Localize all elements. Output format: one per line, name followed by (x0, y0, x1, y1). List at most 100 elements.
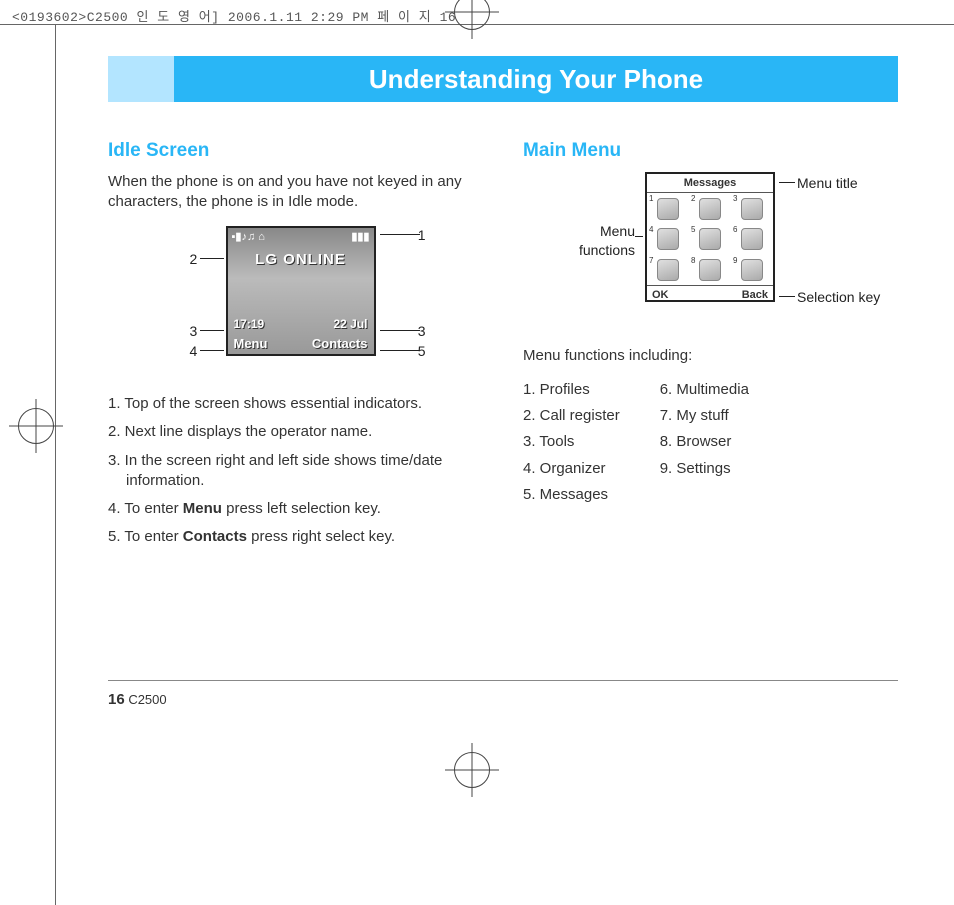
text: press right select key. (247, 528, 395, 545)
menu-icon: 8 (689, 255, 731, 286)
print-run-header: <0193602>C2500 인 도 영 어] 2006.1.11 2:29 P… (12, 6, 456, 25)
callout-3l: 3 (190, 322, 198, 341)
list-item: 7. My stuff (660, 406, 749, 426)
list-item: 5. To enter Contacts press right select … (108, 527, 483, 547)
list-item: 9. Settings (660, 459, 749, 479)
callout-4: 4 (190, 342, 198, 361)
softkey-back: Back (742, 288, 768, 303)
idle-heading: Idle Screen (108, 138, 483, 164)
cell-num: 8 (691, 256, 695, 267)
operator-name: LG ONLINE (228, 250, 374, 270)
callout-line (635, 236, 643, 237)
status-icons-left: ▪▮♪♫ ⌂ (232, 230, 265, 245)
text: 4. To enter (108, 500, 183, 517)
tools-icon (741, 198, 763, 220)
list-item: 4. Organizer (523, 459, 620, 479)
registration-mark-icon (454, 752, 490, 788)
list-item: 6. Multimedia (660, 380, 749, 400)
list-item: 5. Messages (523, 485, 620, 505)
cell-num: 4 (649, 225, 653, 236)
title-band: Understanding Your Phone (108, 56, 898, 102)
menu-functions-right: 6. Multimedia 7. My stuff 8. Browser 9. … (660, 380, 749, 511)
settings-icon (741, 259, 763, 281)
list-item: 1. Profiles (523, 380, 620, 400)
text: 5. To enter (108, 528, 183, 545)
main-menu-diagram: Menu functions Menu title Selection key … (535, 172, 895, 322)
left-column: Idle Screen When the phone is on and you… (108, 138, 483, 556)
my-stuff-icon (657, 259, 679, 281)
page-title: Understanding Your Phone (174, 56, 898, 102)
call-register-icon (699, 198, 721, 220)
list-item: 1. Top of the screen shows essential ind… (108, 394, 483, 414)
multimedia-icon (741, 228, 763, 250)
list-item: 3. In the screen right and left side sho… (108, 451, 483, 492)
menu-icon-grid: 1 2 3 4 5 6 7 8 9 (647, 193, 773, 285)
phone-menu-screen: Messages 1 2 3 4 5 6 7 8 9 OK Back (645, 172, 775, 302)
menu-icon: 1 (647, 193, 689, 224)
callout-line (200, 258, 224, 259)
softkey-left: Menu (234, 335, 268, 353)
callout-1: 1 (418, 226, 426, 245)
idle-screen-diagram: ▪▮♪♫ ⌂ ▮▮▮ LG ONLINE 17:19 22 Jul Menu C… (166, 226, 426, 376)
callout-line (200, 330, 224, 331)
callout-3r: 3 (418, 322, 426, 341)
callout-line (779, 182, 795, 183)
label-menu-title: Menu title (797, 174, 858, 193)
list-item: 8. Browser (660, 432, 749, 452)
main-menu-heading: Main Menu (523, 138, 898, 164)
model-name: C2500 (128, 692, 166, 707)
cell-num: 2 (691, 194, 695, 205)
phone-screen: ▪▮♪♫ ⌂ ▮▮▮ LG ONLINE 17:19 22 Jul Menu C… (226, 226, 376, 356)
menu-icon: 5 (689, 224, 731, 255)
callout-5: 5 (418, 342, 426, 361)
menu-title: Messages (647, 174, 773, 194)
text: press left selection key. (222, 500, 381, 517)
bold-text: Contacts (183, 528, 247, 545)
registration-mark-icon (18, 408, 54, 444)
clock-time: 17:19 (234, 316, 265, 332)
cell-num: 7 (649, 256, 653, 267)
callout-line (380, 234, 420, 235)
callout-line (380, 350, 420, 351)
cell-num: 6 (733, 225, 737, 236)
list-item: 3. Tools (523, 432, 620, 452)
menu-functions-columns: 1. Profiles 2. Call register 3. Tools 4.… (523, 380, 898, 511)
callout-2: 2 (190, 250, 198, 269)
browser-icon (699, 259, 721, 281)
list-item: 4. To enter Menu press left selection ke… (108, 499, 483, 519)
menu-icon: 2 (689, 193, 731, 224)
bold-text: Menu (183, 500, 222, 517)
profiles-icon (657, 198, 679, 220)
menu-functions-label: Menu functions including: (523, 346, 898, 366)
right-column: Main Menu Menu functions Menu title Sele… (523, 138, 898, 556)
callout-line (380, 330, 420, 331)
date-text: 22 Jul (333, 316, 367, 332)
messages-icon (699, 228, 721, 250)
label-selection-key: Selection key (797, 288, 880, 307)
organizer-icon (657, 228, 679, 250)
cell-num: 9 (733, 256, 737, 267)
crop-mark-vertical (55, 24, 56, 905)
menu-functions-left: 1. Profiles 2. Call register 3. Tools 4.… (523, 380, 620, 511)
page-footer: 16 C2500 (108, 680, 898, 708)
cell-num: 3 (733, 194, 737, 205)
menu-icon: 4 (647, 224, 689, 255)
softkey-right: Contacts (312, 335, 368, 353)
callout-line (200, 350, 224, 351)
status-bar: ▪▮♪♫ ⌂ ▮▮▮ (232, 230, 370, 245)
menu-icon: 6 (731, 224, 773, 255)
cell-num: 1 (649, 194, 653, 205)
menu-icon: 9 (731, 255, 773, 286)
registration-mark-icon (454, 0, 490, 30)
cell-num: 5 (691, 225, 695, 236)
callout-line (779, 296, 795, 297)
menu-icon: 3 (731, 193, 773, 224)
page-body: Understanding Your Phone Idle Screen Whe… (108, 56, 898, 556)
battery-icon: ▮▮▮ (351, 230, 369, 245)
idle-list: 1. Top of the screen shows essential ind… (108, 394, 483, 548)
idle-intro: When the phone is on and you have not ke… (108, 172, 483, 213)
list-item: 2. Call register (523, 406, 620, 426)
page-number: 16 (108, 691, 125, 708)
menu-icon: 7 (647, 255, 689, 286)
softkey-ok: OK (652, 288, 669, 303)
